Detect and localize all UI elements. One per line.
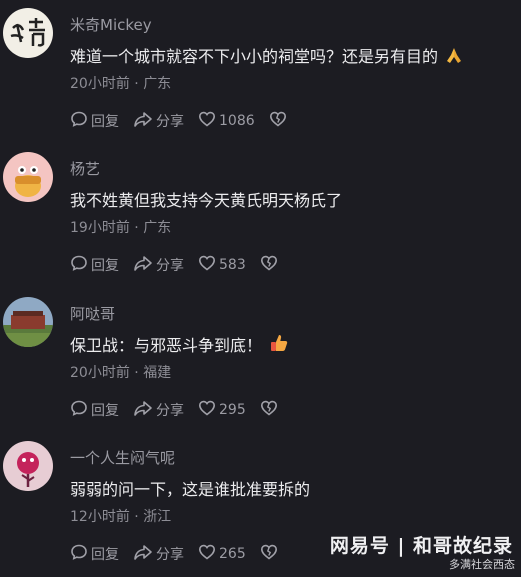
praying-hands-icon: [444, 45, 464, 69]
comment-location: 广东: [143, 220, 172, 236]
comment-text: 弱弱的问一下，这是谁批准要拆的: [70, 480, 311, 499]
avatar[interactable]: [3, 152, 53, 202]
meta-separator: ·: [129, 220, 144, 236]
like-button[interactable]: 295: [198, 399, 246, 421]
share-label: 分享: [156, 114, 184, 130]
reply-icon: [70, 254, 91, 276]
broken-heart-icon: [260, 399, 281, 421]
reply-button[interactable]: 回复: [70, 399, 119, 421]
comment-text: 难道一个城市就容不下小小的祠堂吗？还是另有目的: [70, 43, 464, 69]
comment-time: 20小时前: [70, 76, 130, 92]
dislike-button[interactable]: [260, 399, 281, 421]
reply-label: 回复: [91, 547, 119, 563]
comment-item: 杨艺 我不姓黄但我支持今天黄氏明天杨氏了 19小时前 · 广东 回复 分享 58…: [0, 144, 521, 288]
heart-icon: [198, 399, 219, 421]
watermark: 网易号 | 和哥故纪录: [329, 535, 513, 557]
watermark-subtitle: 多满社会西态: [449, 558, 515, 571]
comment-meta: 20小时前 · 福建: [70, 362, 171, 382]
broken-heart-icon: [260, 543, 281, 565]
comment-actions: 回复 分享 265: [70, 544, 295, 564]
comment-time: 12小时前: [70, 509, 130, 525]
comment-time: 19小时前: [70, 220, 130, 236]
share-button[interactable]: 分享: [133, 543, 184, 565]
like-count: 1086: [219, 113, 255, 129]
share-icon: [133, 543, 156, 565]
share-icon: [133, 399, 156, 421]
like-button[interactable]: 1086: [198, 110, 255, 132]
avatar[interactable]: [3, 8, 53, 58]
share-label: 分享: [156, 403, 184, 419]
comment-item: 米奇Mickey 难道一个城市就容不下小小的祠堂吗？还是另有目的 20小时前 ·…: [0, 0, 521, 144]
reply-button[interactable]: 回复: [70, 543, 119, 565]
comment-text-content: 保卫战：与邪恶斗争到底！: [70, 336, 263, 355]
reply-label: 回复: [91, 258, 119, 274]
dislike-button[interactable]: [260, 543, 281, 565]
like-button[interactable]: 583: [198, 254, 246, 276]
reply-icon: [70, 110, 91, 132]
like-button[interactable]: 265: [198, 543, 246, 565]
comment-meta: 12小时前 · 浙江: [70, 506, 171, 526]
heart-icon: [198, 543, 219, 565]
like-count: 583: [219, 257, 246, 273]
username[interactable]: 米奇Mickey: [70, 14, 152, 35]
comment-actions: 回复 分享 295: [70, 400, 295, 420]
share-label: 分享: [156, 258, 184, 274]
heart-icon: [198, 254, 219, 276]
comment-location: 浙江: [143, 509, 172, 525]
comment-item: 阿哒哥 保卫战：与邪恶斗争到底！ 20小时前 · 福建 回复 分享 295: [0, 289, 521, 433]
reply-button[interactable]: 回复: [70, 110, 119, 132]
reply-icon: [70, 399, 91, 421]
like-count: 295: [219, 402, 246, 418]
comment-meta: 19小时前 · 广东: [70, 217, 171, 237]
reply-label: 回复: [91, 403, 119, 419]
comment-location: 广东: [143, 76, 172, 92]
comment-text: 我不姓黄但我支持今天黄氏明天杨氏了: [70, 191, 343, 210]
share-button[interactable]: 分享: [133, 399, 184, 421]
share-icon: [133, 110, 156, 132]
comment-actions: 回复 分享 583: [70, 255, 295, 275]
dislike-button[interactable]: [269, 110, 290, 132]
reply-label: 回复: [91, 114, 119, 130]
avatar[interactable]: [3, 441, 53, 491]
comment-text-content: 难道一个城市就容不下小小的祠堂吗？还是另有目的: [70, 47, 439, 66]
thumbs-up-icon: [268, 332, 290, 358]
share-label: 分享: [156, 547, 184, 563]
username[interactable]: 阿哒哥: [70, 303, 115, 324]
comment-meta: 20小时前 · 广东: [70, 73, 171, 93]
share-button[interactable]: 分享: [133, 110, 184, 132]
like-count: 265: [219, 546, 246, 562]
share-button[interactable]: 分享: [133, 254, 184, 276]
dislike-button[interactable]: [260, 254, 281, 276]
broken-heart-icon: [269, 110, 290, 132]
meta-separator: ·: [129, 365, 144, 381]
meta-separator: ·: [129, 76, 144, 92]
share-icon: [133, 254, 156, 276]
heart-icon: [198, 110, 219, 132]
reply-icon: [70, 543, 91, 565]
meta-separator: ·: [129, 509, 144, 525]
reply-button[interactable]: 回复: [70, 254, 119, 276]
comment-text: 保卫战：与邪恶斗争到底！: [70, 332, 290, 358]
username[interactable]: 杨艺: [70, 158, 100, 179]
comment-time: 20小时前: [70, 365, 130, 381]
broken-heart-icon: [260, 254, 281, 276]
comment-actions: 回复 分享 1086: [70, 111, 304, 131]
username[interactable]: 一个人生闷气呢: [70, 447, 175, 468]
avatar[interactable]: [3, 297, 53, 347]
comment-location: 福建: [143, 365, 172, 381]
